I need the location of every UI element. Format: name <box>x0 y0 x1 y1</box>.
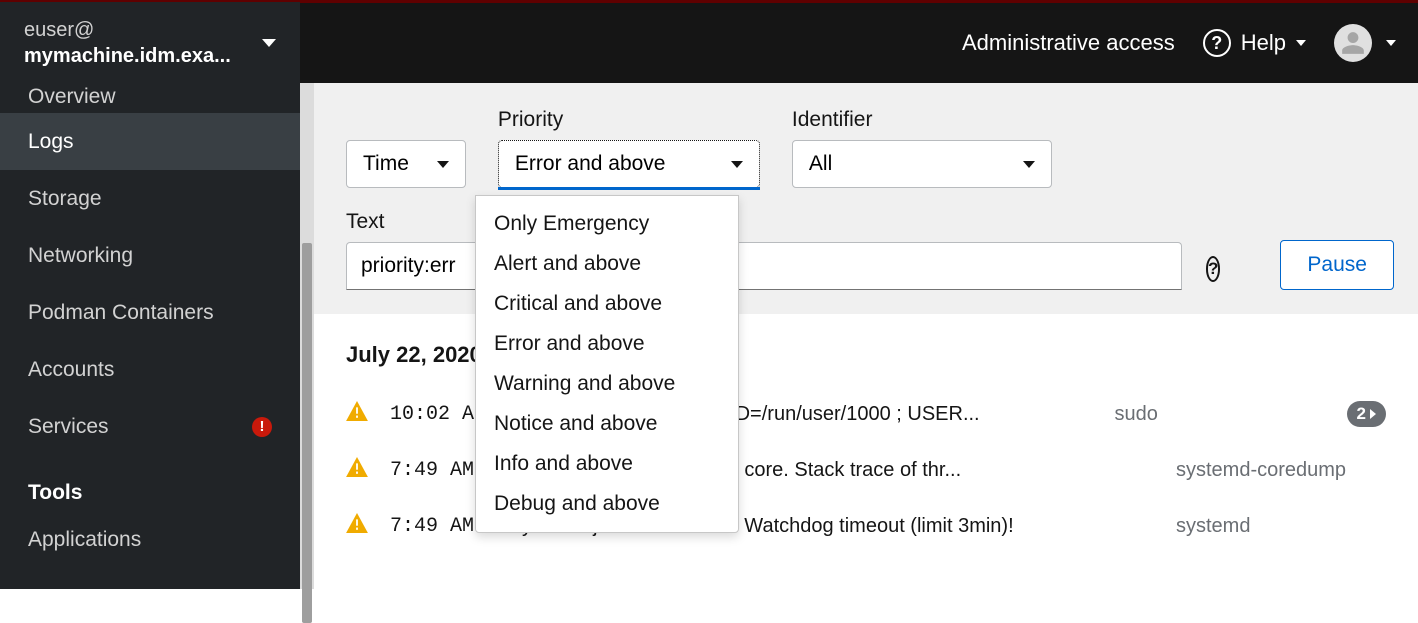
session-menu-button[interactable] <box>1334 24 1396 62</box>
sidebar-item-label: Networking <box>28 244 133 268</box>
sidebar-item-label: Services <box>28 415 109 439</box>
log-count: 2 <box>1357 404 1366 424</box>
sidebar-item-accounts[interactable]: Accounts <box>0 341 300 398</box>
host-switcher[interactable]: euser@ mymachine.idm.exa... <box>0 2 300 85</box>
priority-option[interactable]: Info and above <box>476 444 738 484</box>
help-label: Help <box>1241 30 1286 56</box>
chevron-down-icon <box>1386 40 1396 46</box>
priority-option[interactable]: Error and above <box>476 324 738 364</box>
priority-option[interactable]: Alert and above <box>476 244 738 284</box>
masthead: euser@ mymachine.idm.exa... Administrati… <box>0 0 1418 83</box>
priority-select[interactable]: Error and above <box>498 140 760 188</box>
log-service: systemd-coredump <box>1176 459 1386 482</box>
sidebar-section-tools: Tools <box>0 455 300 511</box>
log-filter-toolbar: Time Priority Error and above Identifier… <box>314 83 1418 314</box>
text-filter-label: Text <box>346 210 1182 234</box>
caret-right-icon <box>1370 409 1376 419</box>
sidebar-item-label: Overview <box>28 85 116 109</box>
priority-menu: Only Emergency Alert and above Critical … <box>475 195 739 533</box>
identifier-label: Identifier <box>792 108 1052 132</box>
time-select-label: Time <box>363 152 409 176</box>
sidebar-item-storage[interactable]: Storage <box>0 170 300 227</box>
time-select[interactable]: Time <box>346 140 466 188</box>
priority-label: Priority <box>498 108 760 132</box>
sidebar: Overview Logs Storage Networking Podman … <box>0 83 300 589</box>
chevron-down-icon <box>437 161 449 168</box>
warning-icon <box>346 513 368 539</box>
session-user: euser@ <box>24 19 94 41</box>
warning-icon <box>346 401 368 427</box>
identifier-value: All <box>809 152 832 176</box>
sidebar-item-services[interactable]: Services ! <box>0 398 300 455</box>
priority-option[interactable]: Notice and above <box>476 404 738 444</box>
log-service: sudo <box>1115 403 1325 426</box>
chevron-down-icon <box>1296 40 1306 46</box>
user-icon <box>1340 30 1366 56</box>
help-icon[interactable]: ? <box>1206 256 1220 282</box>
priority-option[interactable]: Critical and above <box>476 284 738 324</box>
priority-option[interactable]: Debug and above <box>476 484 738 524</box>
sidebar-item-logs[interactable]: Logs <box>0 113 300 170</box>
log-count-badge: 2 <box>1347 401 1386 427</box>
sidebar-item-label: Applications <box>28 528 141 552</box>
identifier-select[interactable]: All <box>792 140 1052 188</box>
chevron-down-icon <box>731 161 743 168</box>
sidebar-item-label: Logs <box>28 130 74 154</box>
sidebar-item-label: Storage <box>28 187 102 211</box>
masthead-toolbar: Administrative access ? Help <box>962 24 1418 62</box>
sidebar-item-podman[interactable]: Podman Containers <box>0 284 300 341</box>
sidebar-item-overview[interactable]: Overview <box>0 83 300 113</box>
scrollbar-thumb[interactable] <box>302 243 312 623</box>
session-host: mymachine.idm.exa... <box>24 45 231 67</box>
sidebar-item-networking[interactable]: Networking <box>0 227 300 284</box>
priority-option[interactable]: Warning and above <box>476 364 738 404</box>
help-menu-button[interactable]: ? Help <box>1203 29 1306 57</box>
warning-icon <box>346 457 368 483</box>
help-icon: ? <box>1203 29 1231 57</box>
admin-access-label[interactable]: Administrative access <box>962 30 1175 56</box>
priority-option[interactable]: Only Emergency <box>476 204 738 244</box>
sidebar-item-label: Accounts <box>28 358 114 382</box>
sidebar-item-label: Podman Containers <box>28 301 214 325</box>
priority-value: Error and above <box>515 152 666 176</box>
chevron-down-icon <box>262 39 276 47</box>
host-text: euser@ mymachine.idm.exa... <box>24 17 231 69</box>
scrollbar[interactable] <box>300 83 314 589</box>
log-service: systemd <box>1176 515 1386 538</box>
text-filter-input[interactable] <box>346 242 1182 290</box>
main-content: Time Priority Error and above Identifier… <box>314 83 1418 589</box>
chevron-down-icon <box>1023 161 1035 168</box>
avatar <box>1334 24 1372 62</box>
pause-button[interactable]: Pause <box>1280 240 1394 290</box>
alert-icon: ! <box>252 417 272 437</box>
sidebar-item-applications[interactable]: Applications <box>0 511 300 568</box>
